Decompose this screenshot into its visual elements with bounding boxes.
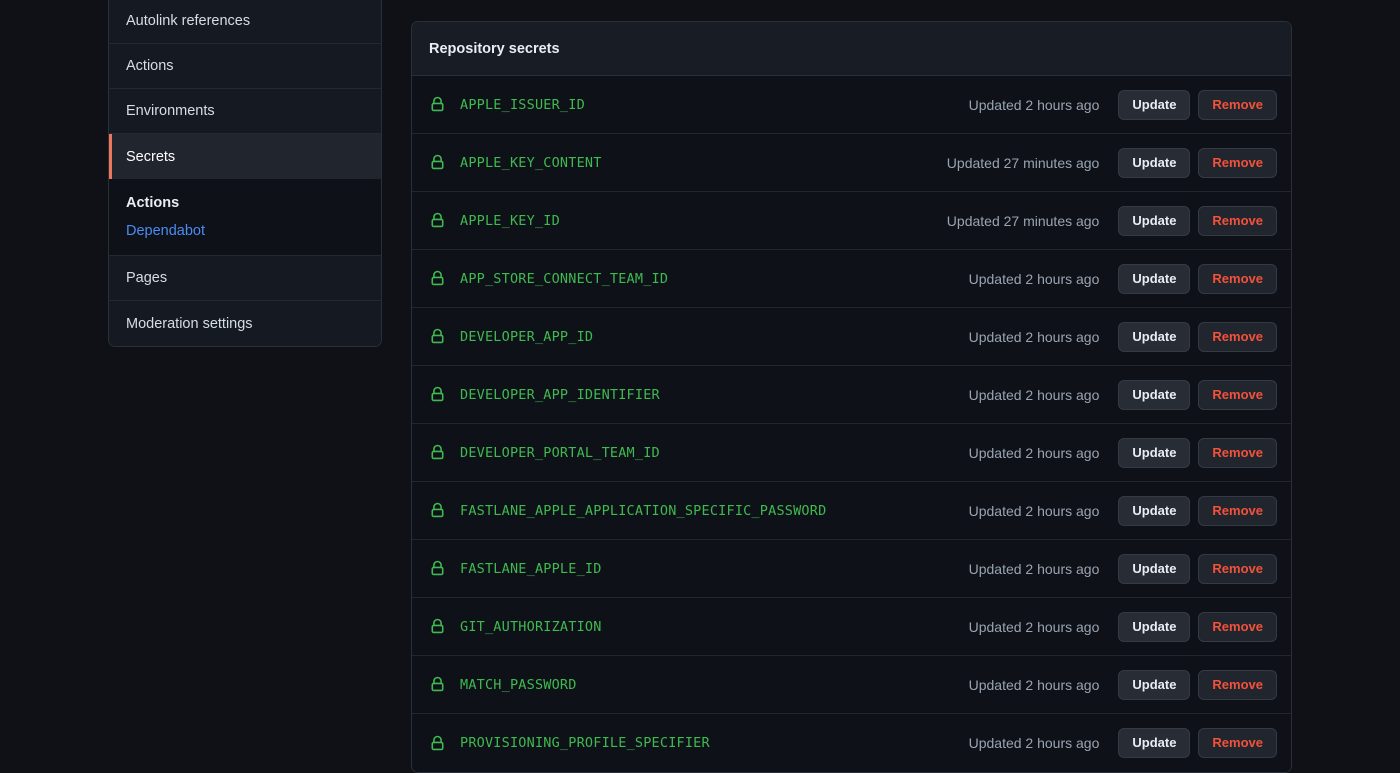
update-secret-button[interactable]: Update xyxy=(1118,264,1190,294)
secret-row: PROVISIONING_PROFILE_SPECIFIER Updated 2 … xyxy=(412,714,1291,772)
update-secret-button[interactable]: Update xyxy=(1118,728,1190,758)
settings-sidebar: Autolink references Actions Environments Se… xyxy=(108,0,382,347)
remove-secret-button[interactable]: Remove xyxy=(1198,554,1277,584)
secret-updated-timestamp: Updated 2 hours ago xyxy=(969,445,1100,461)
secret-name: APPLE_KEY_ID xyxy=(460,213,560,229)
remove-secret-button[interactable]: Remove xyxy=(1198,496,1277,526)
update-secret-button[interactable]: Update xyxy=(1118,90,1190,120)
update-secret-button[interactable]: Update xyxy=(1118,554,1190,584)
remove-secret-button[interactable]: Remove xyxy=(1198,380,1277,410)
remove-secret-button[interactable]: Remove xyxy=(1198,264,1277,294)
secret-row: GIT_AUTHORIZATION Updated 2 hours ago Upda… xyxy=(412,598,1291,656)
secret-name: DEVELOPER_APP_ID xyxy=(460,329,593,345)
secret-row: APPLE_KEY_CONTENT Updated 27 minutes ago U… xyxy=(412,134,1291,192)
secret-updated-timestamp: Updated 2 hours ago xyxy=(969,387,1100,403)
secret-row: APP_STORE_CONNECT_TEAM_ID Updated 2 hours… xyxy=(412,250,1291,308)
lock-icon xyxy=(429,502,446,519)
page-title: Repository secrets xyxy=(429,41,560,57)
lock-icon xyxy=(429,96,446,113)
lock-icon xyxy=(429,444,446,461)
lock-icon xyxy=(429,386,446,403)
remove-secret-button[interactable]: Remove xyxy=(1198,148,1277,178)
panel-header: Repository secrets xyxy=(412,22,1291,76)
secret-updated-timestamp: Updated 2 hours ago xyxy=(969,619,1100,635)
secret-name: APPLE_ISSUER_ID xyxy=(460,97,585,113)
secret-updated-timestamp: Updated 2 hours ago xyxy=(969,561,1100,577)
update-secret-button[interactable]: Update xyxy=(1118,438,1190,468)
lock-icon xyxy=(429,560,446,577)
sidebar-item-dependabot[interactable]: Dependabot xyxy=(109,221,381,241)
remove-secret-button[interactable]: Remove xyxy=(1198,438,1277,468)
remove-secret-button[interactable]: Remove xyxy=(1198,206,1277,236)
remove-secret-button[interactable]: Remove xyxy=(1198,728,1277,758)
sidebar-item-label: Actions xyxy=(126,58,174,74)
selected-accent-bar xyxy=(109,134,112,179)
secret-updated-timestamp: Updated 2 hours ago xyxy=(969,271,1100,287)
secret-name: FASTLANE_APPLE_ID xyxy=(460,561,602,577)
secret-row: APPLE_KEY_ID Updated 27 minutes ago Update… xyxy=(412,192,1291,250)
secret-updated-timestamp: Updated 2 hours ago xyxy=(969,329,1100,345)
update-secret-button[interactable]: Update xyxy=(1118,206,1190,236)
repository-secrets-panel: Repository secrets APPLE_ISSUER_ID Update… xyxy=(411,21,1292,773)
secret-updated-timestamp: Updated 27 minutes ago xyxy=(947,213,1100,229)
page-root: Autolink references Actions Environments Se… xyxy=(0,0,1400,770)
lock-icon xyxy=(429,676,446,693)
sidebar-item-environments[interactable]: Environments xyxy=(109,89,381,134)
update-secret-button[interactable]: Update xyxy=(1118,496,1190,526)
sidebar-item-label: Environments xyxy=(126,103,215,119)
secret-row: MATCH_PASSWORD Updated 2 hours ago Update R… xyxy=(412,656,1291,714)
sidebar-item-pages[interactable]: Pages xyxy=(109,256,381,301)
lock-icon xyxy=(429,618,446,635)
secret-row: DEVELOPER_APP_ID Updated 2 hours ago Updat… xyxy=(412,308,1291,366)
secret-updated-timestamp: Updated 27 minutes ago xyxy=(947,155,1100,171)
update-secret-button[interactable]: Update xyxy=(1118,148,1190,178)
sidebar-item-label: Secrets xyxy=(126,149,175,165)
sidebar-item-secrets[interactable]: Secrets xyxy=(109,134,381,179)
remove-secret-button[interactable]: Remove xyxy=(1198,90,1277,120)
lock-icon xyxy=(429,212,446,229)
secret-name: GIT_AUTHORIZATION xyxy=(460,619,602,635)
secret-row: DEVELOPER_APP_IDENTIFIER Updated 2 hours … xyxy=(412,366,1291,424)
remove-secret-button[interactable]: Remove xyxy=(1198,670,1277,700)
remove-secret-button[interactable]: Remove xyxy=(1198,612,1277,642)
lock-icon xyxy=(429,154,446,171)
sidebar-item-moderation-settings[interactable]: Moderation settings xyxy=(109,301,381,346)
sidebar-item-label: Moderation settings xyxy=(126,316,253,332)
secret-name: DEVELOPER_APP_IDENTIFIER xyxy=(460,387,660,403)
sidebar-item-label: Autolink references xyxy=(126,13,250,29)
lock-icon xyxy=(429,270,446,287)
sidebar-item-autolink-references[interactable]: Autolink references xyxy=(109,0,381,44)
secret-row: DEVELOPER_PORTAL_TEAM_ID Updated 2 hours … xyxy=(412,424,1291,482)
secret-row: APPLE_ISSUER_ID Updated 2 hours ago Update… xyxy=(412,76,1291,134)
secret-name: FASTLANE_APPLE_APPLICATION_SPECIFIC_PASS… xyxy=(460,503,826,519)
secret-updated-timestamp: Updated 2 hours ago xyxy=(969,677,1100,693)
remove-secret-button[interactable]: Remove xyxy=(1198,322,1277,352)
secret-name: DEVELOPER_PORTAL_TEAM_ID xyxy=(460,445,660,461)
secret-updated-timestamp: Updated 2 hours ago xyxy=(969,97,1100,113)
sidebar-subsection-secrets: Actions Dependabot xyxy=(109,179,381,256)
sidebar-item-actions[interactable]: Actions xyxy=(109,44,381,89)
secret-row: FASTLANE_APPLE_APPLICATION_SPECIFIC_PASS… xyxy=(412,482,1291,540)
update-secret-button[interactable]: Update xyxy=(1118,322,1190,352)
sidebar-item-label: Pages xyxy=(126,270,167,286)
secret-updated-timestamp: Updated 2 hours ago xyxy=(969,735,1100,751)
secret-name: PROVISIONING_PROFILE_SPECIFIER xyxy=(460,735,710,751)
update-secret-button[interactable]: Update xyxy=(1118,670,1190,700)
secret-name: MATCH_PASSWORD xyxy=(460,677,577,693)
secret-updated-timestamp: Updated 2 hours ago xyxy=(969,503,1100,519)
secret-name: APPLE_KEY_CONTENT xyxy=(460,155,602,171)
secret-row: FASTLANE_APPLE_ID Updated 2 hours ago Upda… xyxy=(412,540,1291,598)
lock-icon xyxy=(429,328,446,345)
sidebar-subsection-heading: Actions xyxy=(109,191,381,221)
secrets-list: APPLE_ISSUER_ID Updated 2 hours ago Update… xyxy=(412,76,1291,772)
update-secret-button[interactable]: Update xyxy=(1118,380,1190,410)
lock-icon xyxy=(429,735,446,752)
secret-name: APP_STORE_CONNECT_TEAM_ID xyxy=(460,271,668,287)
update-secret-button[interactable]: Update xyxy=(1118,612,1190,642)
